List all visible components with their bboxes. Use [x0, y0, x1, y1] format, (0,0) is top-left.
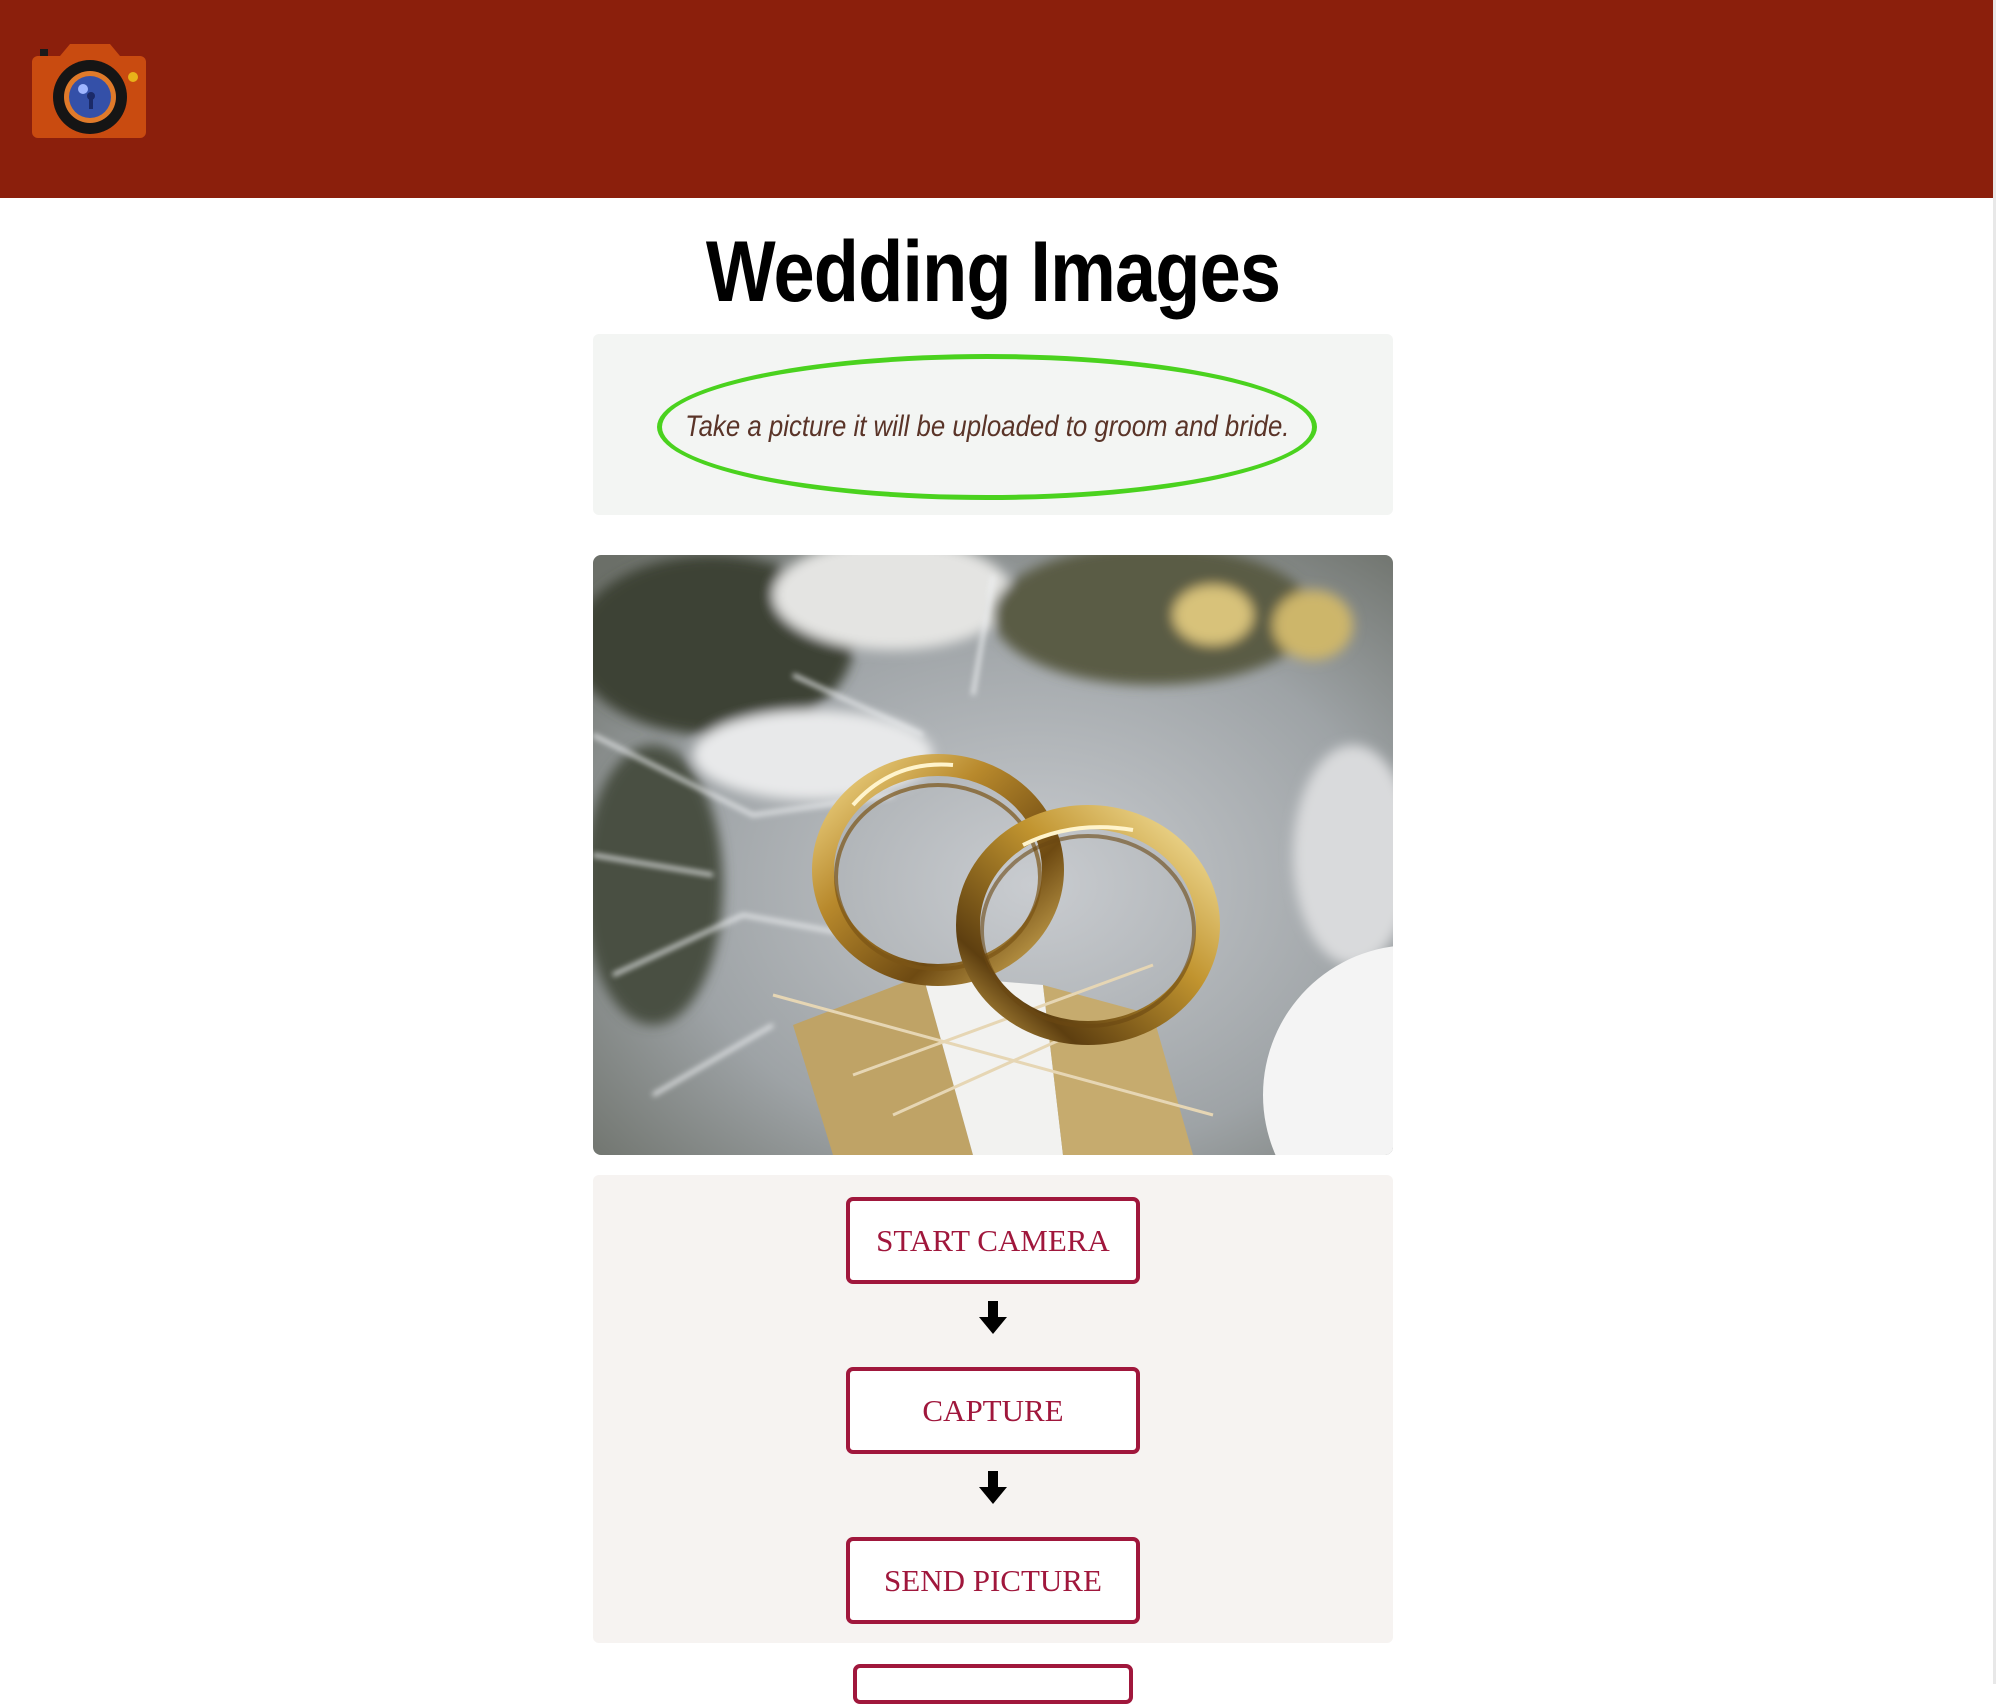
capture-button[interactable]: CAPTURE	[846, 1367, 1140, 1454]
page-title: Wedding Images	[705, 224, 1281, 320]
send-picture-button[interactable]: SEND PICTURE	[846, 1537, 1140, 1624]
top-header-bar	[0, 0, 1993, 198]
photo-illustration	[593, 555, 1393, 1155]
start-camera-button[interactable]: START CAMERA	[846, 1197, 1140, 1284]
instruction-highlight-ellipse: Take a picture it will be uploaded to gr…	[657, 354, 1317, 500]
arrow-down-icon	[979, 1471, 1007, 1504]
instruction-text: Take a picture it will be uploaded to gr…	[684, 410, 1290, 443]
camera-icon[interactable]	[30, 42, 148, 140]
camera-controls-panel: START CAMERA CAPTURE SEND PICTURE	[593, 1175, 1393, 1643]
arrow-down-icon	[979, 1301, 1007, 1334]
next-button-partial[interactable]	[853, 1664, 1133, 1704]
instruction-panel: Take a picture it will be uploaded to gr…	[593, 334, 1393, 515]
wedding-rings-photo	[593, 555, 1393, 1155]
